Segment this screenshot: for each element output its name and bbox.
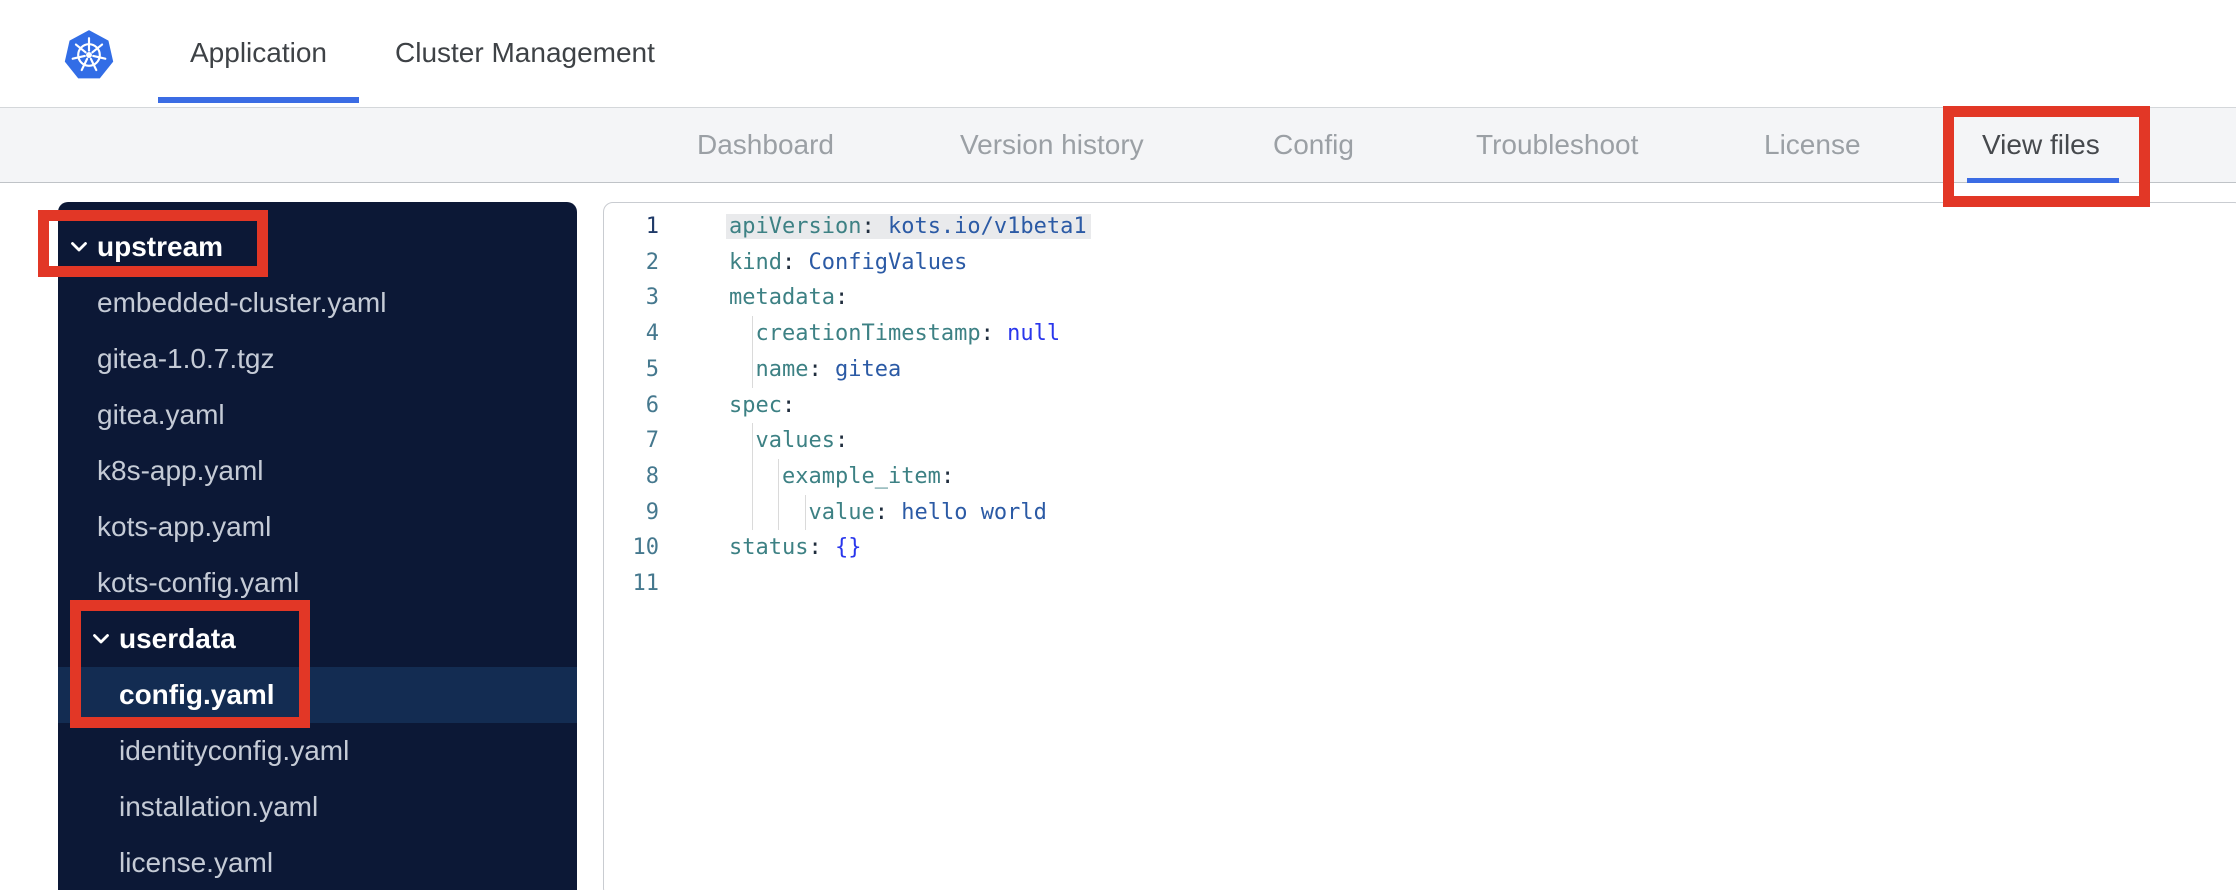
line-number: 8 <box>645 463 659 489</box>
kubernetes-logo[interactable] <box>62 26 116 84</box>
code-line-11: 11 <box>604 566 2236 602</box>
code-line-9: 9 value: hello world <box>604 494 2236 531</box>
file-k8s-app-yaml[interactable]: k8s-app.yaml <box>58 443 577 499</box>
code-line-content: values: <box>659 423 2236 459</box>
tree-item-label: gitea-1.0.7.tgz <box>97 343 275 374</box>
file-tree-sidebar: upstream embedded-cluster.yaml gitea-1.0.7… <box>58 202 577 890</box>
line-number: 9 <box>645 499 659 525</box>
folder-upstream[interactable]: upstream <box>58 219 577 275</box>
file-installation-yaml[interactable]: installation.yaml <box>58 779 577 835</box>
line-number: 6 <box>645 392 659 418</box>
code-line-1: 1 apiVersion: kots.io/v1beta1 <box>604 209 2236 245</box>
tab-dashboard[interactable]: Dashboard <box>697 108 834 182</box>
code-line-8: 8 example_item: <box>604 458 2236 495</box>
line-number: 10 <box>632 535 660 561</box>
tree-item-label: kots-app.yaml <box>97 511 272 542</box>
app-subnav: Dashboard Version history Config Troublesho… <box>0 107 2236 183</box>
code-line-5: 5 name: gitea <box>604 351 2236 388</box>
tab-version-history[interactable]: Version history <box>960 108 1144 182</box>
code-line-content: creationTimestamp: null <box>659 316 2236 352</box>
file-license-yaml[interactable]: license.yaml <box>58 835 577 890</box>
tree-item-label: kots-config.yaml <box>97 567 300 598</box>
code-line-6: 6 spec: <box>604 388 2236 424</box>
file-embedded-cluster-yaml[interactable]: embedded-cluster.yaml <box>58 275 577 331</box>
line-number: 3 <box>645 285 659 311</box>
code-line-content: name: gitea <box>659 351 2236 388</box>
file-viewer-panel[interactable]: 1 apiVersion: kots.io/v1beta1 2 kind: Confi… <box>603 202 2236 890</box>
file-tree-list: upstream embedded-cluster.yaml gitea-1.0.7… <box>58 219 577 890</box>
tree-item-label: k8s-app.yaml <box>97 455 264 486</box>
file-gitea-yaml[interactable]: gitea.yaml <box>58 387 577 443</box>
line-number: 7 <box>645 428 659 454</box>
code-line-content: value: hello world <box>659 494 2236 531</box>
code-line-content <box>659 566 2236 602</box>
line-number: 11 <box>632 571 660 597</box>
code-line-content: example_item: <box>659 458 2236 495</box>
tree-item-label: license.yaml <box>119 847 274 878</box>
line-number: 4 <box>645 321 659 347</box>
file-kots-config-yaml[interactable]: kots-config.yaml <box>58 555 577 611</box>
code-line-content: status: {} <box>729 535 862 561</box>
line-number: 5 <box>645 356 659 382</box>
code-line-3: 3 metadata: <box>604 280 2236 316</box>
code-line-10: 10 status: {} <box>604 530 2236 566</box>
tab-view-files[interactable]: View files <box>1967 108 2119 183</box>
file-kots-app-yaml[interactable]: kots-app.yaml <box>58 499 577 555</box>
code-line-2: 2 kind: ConfigValues <box>604 245 2236 281</box>
code-line-content: metadata: <box>729 285 849 311</box>
file-config-yaml[interactable]: config.yaml <box>58 667 577 723</box>
tree-item-label: userdata <box>119 623 236 654</box>
tab-config[interactable]: Config <box>1273 108 1354 182</box>
tree-item-label: installation.yaml <box>119 791 319 822</box>
header-tab-cluster-management[interactable]: Cluster Management <box>395 0 655 105</box>
code-line-7: 7 values: <box>604 423 2236 459</box>
kots-admin-console: Application Cluster Management Dashboard V… <box>0 0 2236 890</box>
app-header: Application Cluster Management <box>0 0 2236 107</box>
code-lines: 1 apiVersion: kots.io/v1beta1 2 kind: Confi… <box>604 209 2236 602</box>
tab-troubleshoot[interactable]: Troubleshoot <box>1476 108 1638 182</box>
code-line-content: spec: <box>729 392 796 418</box>
tree-item-label: identityconfig.yaml <box>119 735 350 766</box>
code-line-content: apiVersion: kots.io/v1beta1 <box>729 214 1087 239</box>
chevron-down-icon <box>93 634 109 644</box>
file-gitea-1-0-7-tgz[interactable]: gitea-1.0.7.tgz <box>58 331 577 387</box>
file-identityconfig-yaml[interactable]: identityconfig.yaml <box>58 723 577 779</box>
header-tab-application[interactable]: Application <box>158 0 359 105</box>
folder-userdata[interactable]: userdata <box>58 611 577 667</box>
code-line-4: 4 creationTimestamp: null <box>604 316 2236 352</box>
tree-item-label: embedded-cluster.yaml <box>97 287 387 318</box>
chevron-down-icon <box>71 242 87 252</box>
code-line-content: kind: ConfigValues <box>729 249 968 275</box>
line-number: 1 <box>645 214 659 239</box>
tree-item-label: upstream <box>97 231 224 262</box>
tree-item-label: gitea.yaml <box>97 399 225 430</box>
line-number: 2 <box>645 249 659 275</box>
tab-license[interactable]: License <box>1764 108 1861 182</box>
tree-item-label: config.yaml <box>119 679 275 710</box>
